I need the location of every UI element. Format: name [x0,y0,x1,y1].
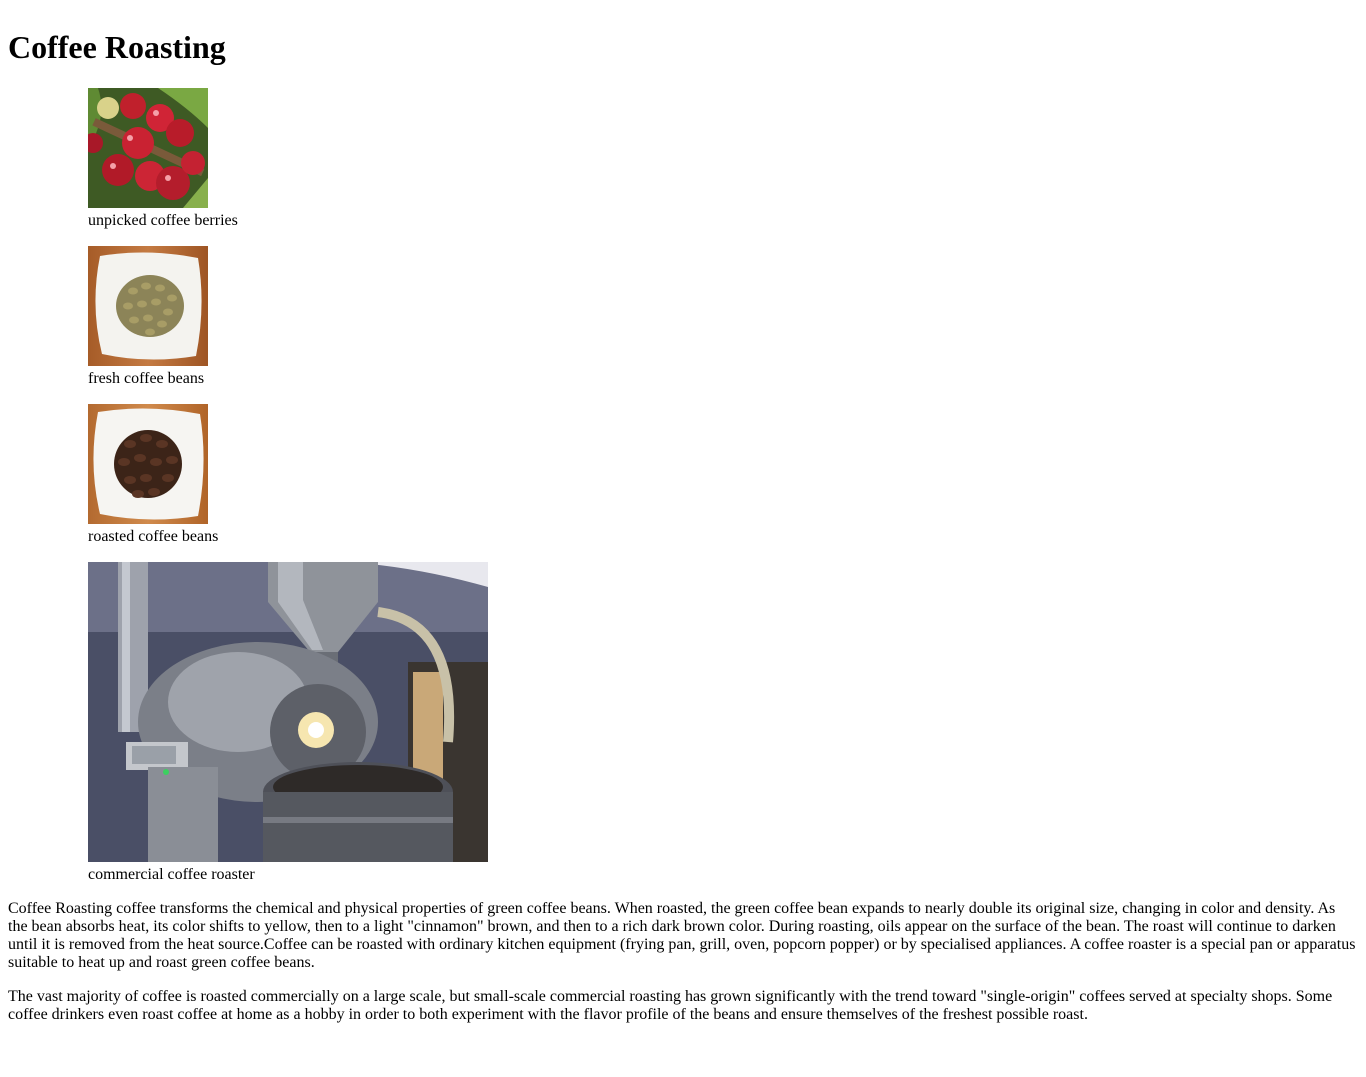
commercial-coffee-roaster-image [88,562,488,862]
figure-caption: roasted coffee beans [88,528,219,545]
figure-roasted-beans: roasted coffee beans [88,404,218,546]
page-title: Coffee Roasting [8,29,226,65]
paragraph: The vast majority of coffee is roasted c… [8,988,1333,1023]
figure-caption: fresh coffee beans [88,370,205,387]
figure-fresh-beans: fresh coffee beans [88,246,208,388]
article-body: Coffee Roasting coffee transforms the ch… [8,900,1358,1024]
figure-coffee-berries: unpicked coffee berries [88,88,238,230]
coffee-berries-image [88,88,208,208]
fresh-coffee-beans-image [88,246,208,366]
roasted-coffee-beans-image [88,404,208,524]
figure-caption: commercial coffee roaster [88,866,255,883]
figure-caption: unpicked coffee berries [88,212,238,229]
paragraph: Coffee Roasting coffee transforms the ch… [8,900,1356,971]
page: Coffee Roasting unpicked coffee berries [0,29,1366,1023]
figure-commercial-roaster: commercial coffee roaster [88,562,488,884]
